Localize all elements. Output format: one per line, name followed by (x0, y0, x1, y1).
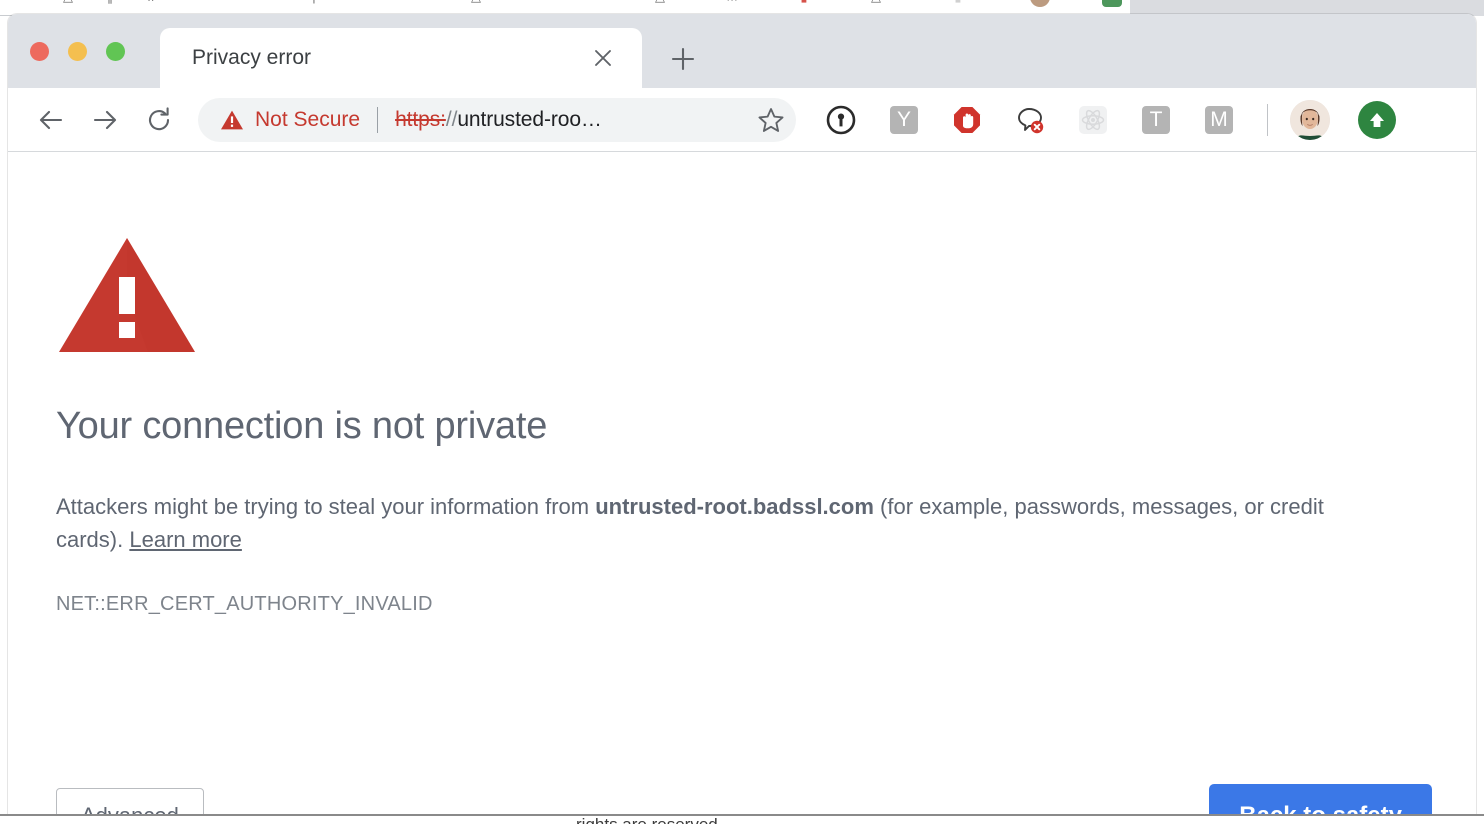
url-slashes: // (445, 107, 458, 131)
tab-strip: Privacy error (8, 14, 1476, 88)
address-bar[interactable]: Not Secure https://untrusted-roo… (198, 97, 796, 142)
background-icon-9: ▮ (794, 0, 814, 7)
advanced-button[interactable]: Advanced (56, 788, 204, 814)
background-icon-6: ^ (548, 0, 568, 7)
window-maximize-button[interactable] (106, 42, 125, 61)
background-icon-11: ▮ (948, 0, 968, 7)
star-icon[interactable] (752, 101, 790, 139)
back-to-safety-button[interactable]: Back to safety (1209, 784, 1432, 814)
profile-avatar[interactable] (1290, 99, 1330, 140)
security-indicator[interactable]: Not Secure (220, 108, 360, 132)
close-icon[interactable] (590, 45, 616, 71)
todoist-icon[interactable]: T (1141, 105, 1171, 135)
url-scheme: https: (395, 107, 446, 131)
react-devtools-icon[interactable] (1078, 105, 1108, 135)
description-text-before: Attackers might be trying to steal your … (56, 494, 596, 519)
background-icon-8: M (722, 0, 742, 7)
back-arrow-icon[interactable] (30, 99, 72, 141)
forward-arrow-icon[interactable] (84, 99, 126, 141)
not-secure-label: Not Secure (255, 107, 361, 131)
error-code: NET::ERR_CERT_AUTHORITY_INVALID (56, 592, 433, 615)
window-controls (30, 42, 125, 61)
page-description: Attackers might be trying to steal your … (56, 490, 1366, 557)
interstitial-button-row: Advanced Back to safety (56, 784, 1432, 814)
hacker-news-label: Y (890, 105, 918, 134)
background-icon-2: ∥ (100, 0, 120, 7)
comment-block-icon[interactable] (1015, 105, 1045, 135)
background-rule (0, 814, 1484, 816)
warning-triangle-icon (220, 109, 244, 131)
momentum-label: M (1205, 105, 1233, 134)
background-bottom-text: rights are reserved (576, 816, 718, 824)
1password-icon[interactable] (826, 105, 856, 135)
background-window-bottom-strip: rights are reserved (0, 814, 1484, 824)
tab-privacy-error[interactable]: Privacy error (160, 28, 642, 88)
background-icon-7: △ (650, 0, 670, 7)
learn-more-link[interactable]: Learn more (129, 527, 242, 552)
ssl-interstitial-page: Your connection is not private Attackers… (8, 152, 1476, 814)
background-icon-3: // (142, 0, 162, 7)
todoist-label: T (1142, 105, 1170, 134)
window-minimize-button[interactable] (68, 42, 87, 61)
browser-window: Privacy error Not Secure https://untrust… (8, 14, 1476, 814)
omnibox-divider (377, 106, 379, 133)
background-icon-4: | (304, 0, 324, 7)
up-arrow-icon[interactable] (1358, 100, 1396, 139)
window-close-button[interactable] (30, 42, 49, 61)
tab-title: Privacy error (192, 46, 312, 69)
momentum-icon[interactable]: M (1204, 105, 1234, 135)
reload-icon[interactable] (138, 99, 180, 141)
hacker-news-icon[interactable]: Y (889, 105, 919, 135)
extension-icons: Y T M (826, 99, 1462, 140)
background-icon-12 (1102, 0, 1122, 7)
affected-domain: untrusted-root.badssl.com (595, 494, 874, 519)
page-title: Your connection is not private (56, 405, 548, 447)
url-host: untrusted-roo… (457, 107, 602, 131)
background-avatar (1030, 0, 1050, 7)
adblock-icon[interactable] (952, 105, 982, 135)
background-icon-5: △ (466, 0, 486, 7)
toolbar-divider (1267, 103, 1268, 136)
browser-toolbar: Not Secure https://untrusted-roo… Y T M (8, 88, 1476, 152)
new-tab-button[interactable] (668, 44, 698, 74)
warning-triangle-icon (56, 234, 1476, 361)
background-icon-1: △ (58, 0, 78, 7)
url-text[interactable]: https://untrusted-roo… (395, 108, 746, 132)
background-icon-10: △ (866, 0, 886, 7)
